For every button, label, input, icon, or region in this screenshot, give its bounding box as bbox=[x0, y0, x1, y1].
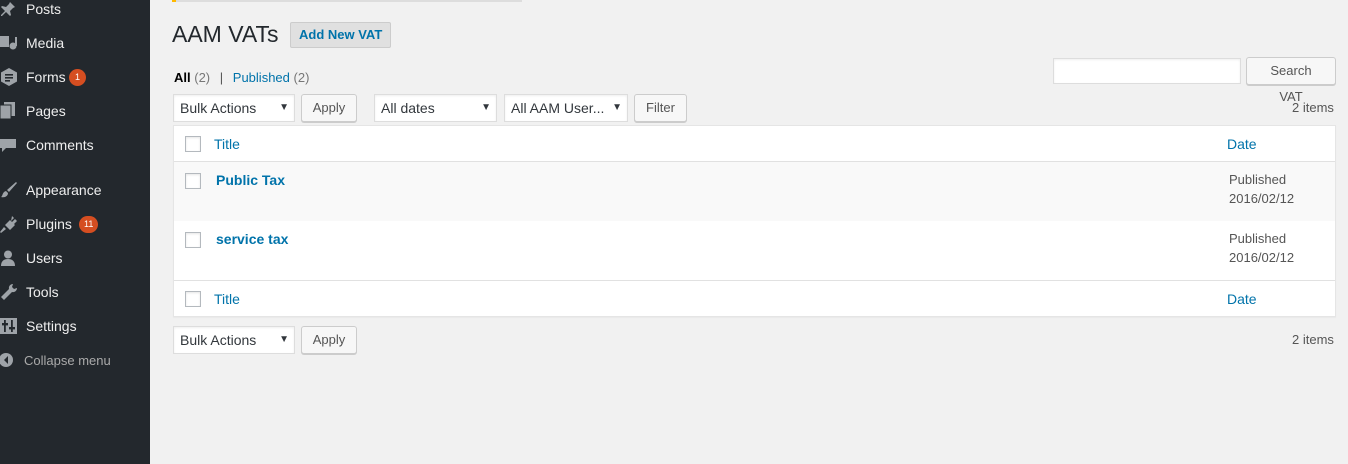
bulk-actions-select-bottom[interactable]: Bulk Actions ▼ bbox=[173, 326, 295, 354]
apply-button[interactable]: Apply bbox=[301, 94, 357, 122]
sidebar-item-pages[interactable]: Pages bbox=[0, 96, 150, 126]
items-count-bottom: 2 items bbox=[1292, 332, 1334, 347]
user-icon bbox=[0, 243, 20, 273]
sidebar-item-settings[interactable]: Settings bbox=[0, 311, 150, 341]
sidebar-item-appearance[interactable]: Appearance bbox=[0, 175, 150, 205]
bulk-actions-value: Bulk Actions bbox=[180, 100, 257, 116]
pages-icon bbox=[0, 96, 20, 126]
table-header-row: Title Date bbox=[174, 126, 1335, 162]
forms-icon bbox=[0, 62, 20, 92]
title-column-footer[interactable]: Title bbox=[214, 291, 240, 307]
dates-filter-value: All dates bbox=[381, 100, 435, 116]
sidebar-item-label: Appearance bbox=[26, 182, 102, 198]
paintbrush-icon bbox=[0, 175, 20, 205]
page-title: AAM VATs bbox=[172, 21, 279, 47]
sidebar-item-label: Settings bbox=[26, 318, 77, 334]
sidebar-item-label: Media bbox=[26, 35, 65, 51]
notice-edge bbox=[172, 0, 522, 2]
wrench-icon bbox=[0, 277, 20, 307]
row-checkbox[interactable] bbox=[185, 173, 201, 189]
date-cell: Published 2016/02/12 bbox=[1229, 229, 1294, 267]
sidebar-item-label: Plugins bbox=[26, 216, 72, 232]
row-title-link[interactable]: Public Tax bbox=[216, 172, 285, 188]
post-date: 2016/02/12 bbox=[1229, 191, 1295, 206]
table-row: service tax Published 2016/02/12 bbox=[174, 221, 1335, 280]
users-filter-value: All AAM User... bbox=[511, 100, 605, 116]
bulk-actions-value: Bulk Actions bbox=[180, 332, 257, 348]
filter-all-link[interactable]: All bbox=[174, 70, 191, 85]
sidebar-item-label: Forms bbox=[26, 69, 66, 85]
users-filter-select[interactable]: All AAM User... ▼ bbox=[504, 94, 628, 122]
chevron-down-icon: ▼ bbox=[612, 102, 622, 113]
sidebar-item-plugins[interactable]: Plugins 11 bbox=[0, 209, 150, 239]
sidebar-item-label: Pages bbox=[26, 103, 66, 119]
apply-button-bottom[interactable]: Apply bbox=[301, 326, 357, 354]
notification-badge: 1 bbox=[69, 69, 86, 86]
sidebar-item-tools[interactable]: Tools bbox=[0, 277, 150, 307]
search-vat-button[interactable]: Search VAT bbox=[1246, 57, 1336, 104]
filter-all-count: (2) bbox=[194, 70, 211, 85]
collapse-menu-button[interactable]: Collapse menu bbox=[0, 345, 150, 375]
sidebar-item-comments[interactable]: Comments bbox=[0, 130, 150, 160]
status-filter-links: All (2) | Published (2) bbox=[174, 70, 309, 85]
search-input[interactable] bbox=[1053, 58, 1241, 84]
chevron-down-icon: ▼ bbox=[279, 102, 289, 113]
table-footer-row: Title Date bbox=[174, 280, 1335, 316]
collapse-menu-label: Collapse menu bbox=[24, 352, 111, 368]
admin-sidebar: Posts Media Forms 1 Pages Comments Appea… bbox=[0, 0, 150, 464]
sidebar-item-forms[interactable]: Forms 1 bbox=[0, 62, 150, 92]
select-all-checkbox[interactable] bbox=[185, 291, 201, 307]
post-date: 2016/02/12 bbox=[1229, 250, 1295, 265]
sidebar-item-label: Posts bbox=[26, 1, 62, 17]
chevron-down-icon: ▼ bbox=[481, 102, 491, 113]
filter-published-link[interactable]: Published bbox=[233, 70, 290, 85]
date-cell: Published 2016/02/12 bbox=[1229, 170, 1294, 208]
date-column-footer[interactable]: Date bbox=[1227, 291, 1257, 307]
sidebar-item-label: Comments bbox=[26, 137, 94, 153]
pushpin-icon bbox=[0, 0, 20, 24]
comments-icon bbox=[0, 130, 20, 160]
select-all-checkbox[interactable] bbox=[185, 136, 201, 152]
sidebar-item-users[interactable]: Users bbox=[0, 243, 150, 273]
notification-badge: 11 bbox=[79, 216, 99, 233]
plugin-icon bbox=[0, 209, 20, 239]
add-new-vat-button[interactable]: Add New VAT bbox=[290, 22, 392, 48]
settings-icon bbox=[0, 311, 20, 341]
filter-separator: | bbox=[219, 70, 224, 85]
sidebar-item-label: Users bbox=[26, 250, 63, 266]
post-status: Published bbox=[1229, 231, 1287, 246]
date-column-header[interactable]: Date bbox=[1227, 136, 1257, 152]
filter-published-count: (2) bbox=[293, 70, 310, 85]
sidebar-item-media[interactable]: Media bbox=[0, 28, 150, 58]
post-status: Published bbox=[1229, 172, 1287, 187]
filter-button[interactable]: Filter bbox=[634, 94, 687, 122]
row-title-link[interactable]: service tax bbox=[216, 231, 288, 247]
table-row: Public Tax Published 2016/02/12 bbox=[174, 162, 1335, 221]
items-count: 2 items bbox=[1292, 100, 1334, 115]
dates-filter-select[interactable]: All dates ▼ bbox=[374, 94, 497, 122]
row-checkbox[interactable] bbox=[185, 232, 201, 248]
media-icon bbox=[0, 28, 20, 58]
sidebar-item-posts[interactable]: Posts bbox=[0, 0, 150, 24]
chevron-down-icon: ▼ bbox=[279, 334, 289, 345]
sidebar-item-label: Tools bbox=[26, 284, 59, 300]
vat-list-table: Title Date Public Tax Published 2016/02/… bbox=[173, 125, 1336, 317]
bulk-actions-select[interactable]: Bulk Actions ▼ bbox=[173, 94, 295, 122]
title-column-header[interactable]: Title bbox=[214, 136, 240, 152]
collapse-arrow-icon bbox=[0, 345, 20, 375]
